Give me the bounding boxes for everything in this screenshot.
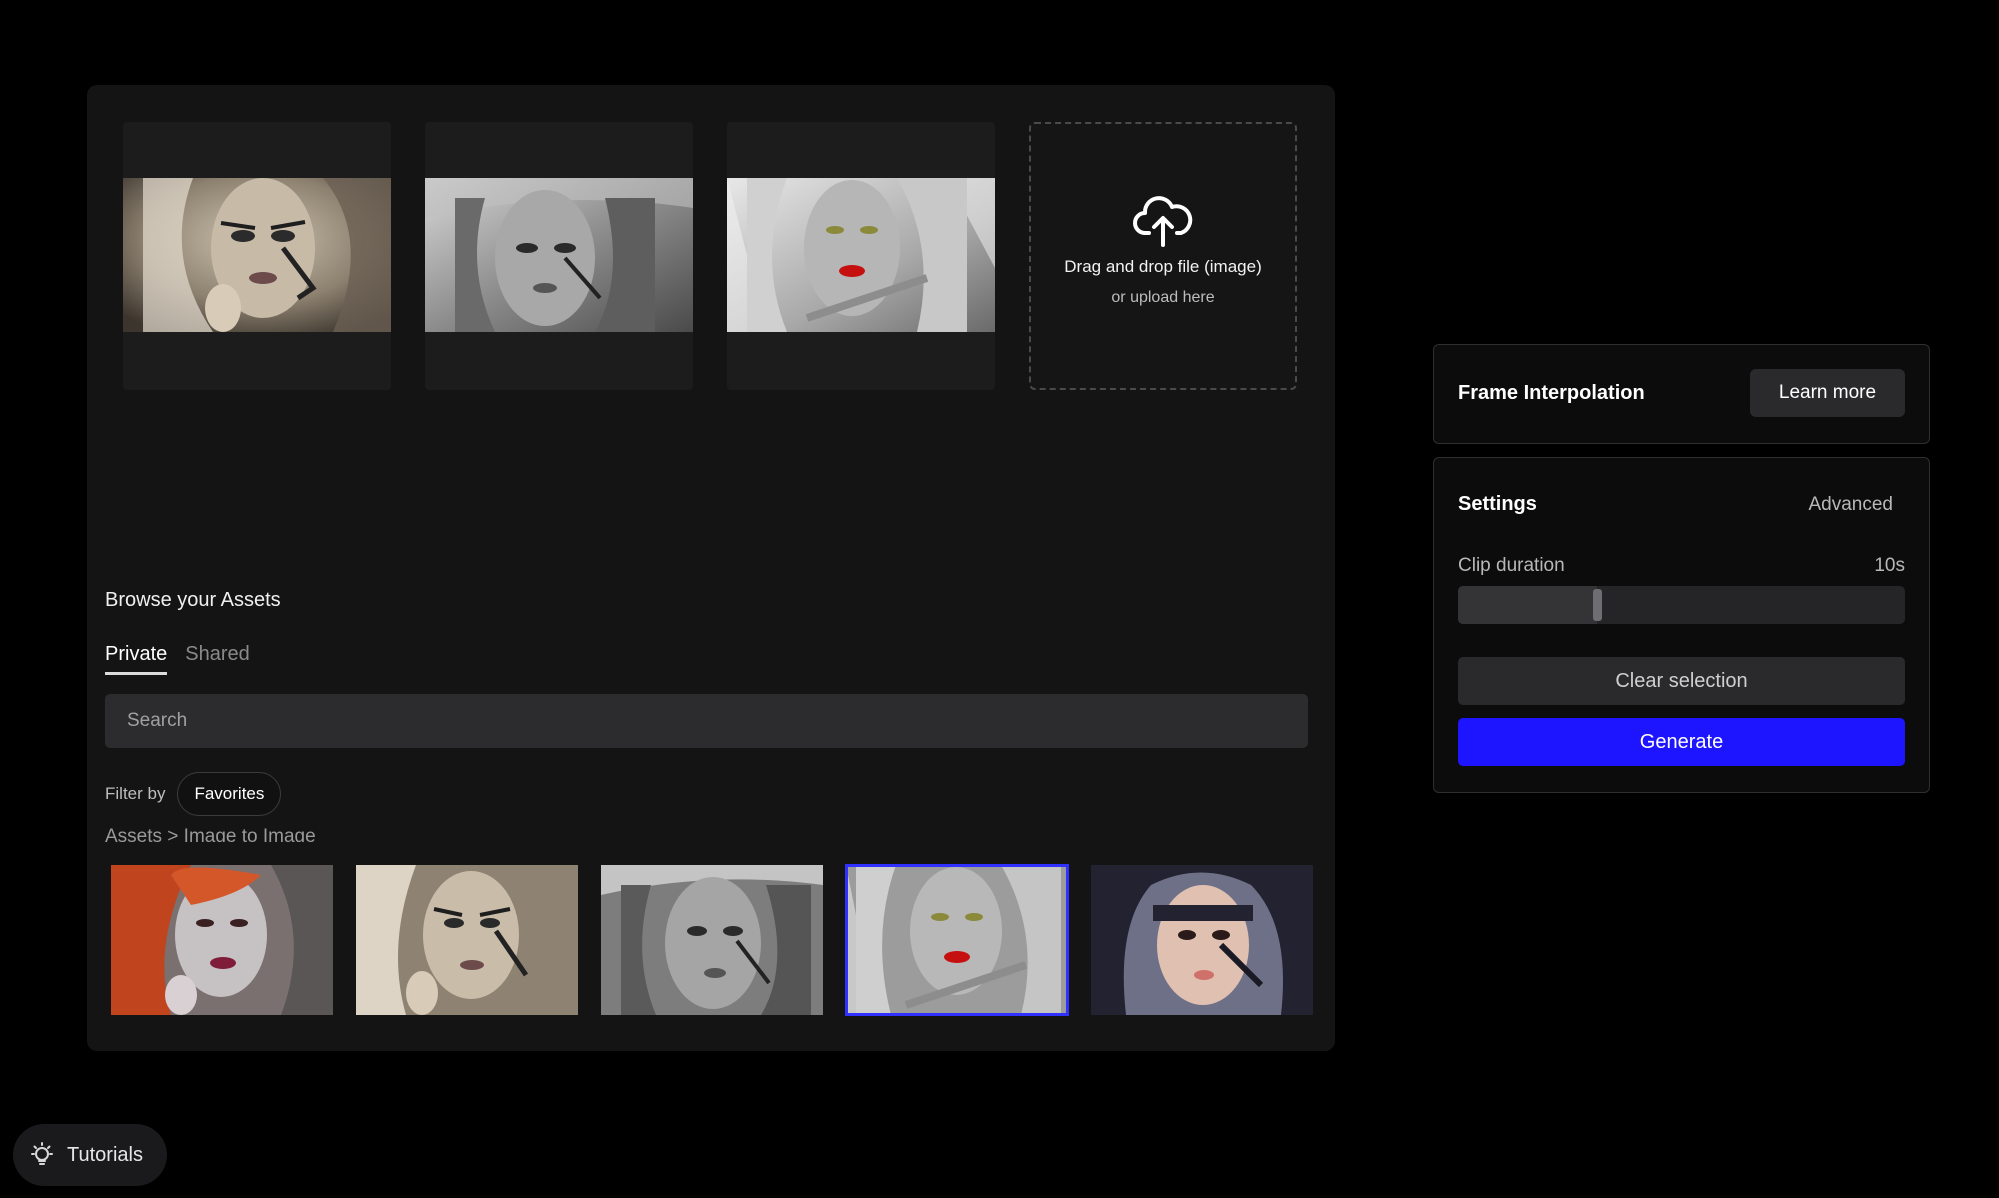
frames-row: Drag and drop file (image) or upload her… bbox=[123, 122, 1297, 390]
editor-panel: Drag and drop file (image) or upload her… bbox=[87, 85, 1335, 1051]
frame-slot-3[interactable] bbox=[727, 122, 995, 390]
clip-duration-label: Clip duration bbox=[1458, 555, 1565, 576]
upload-dropzone[interactable]: Drag and drop file (image) or upload her… bbox=[1029, 122, 1297, 390]
asset-thumbnail-4-selected[interactable] bbox=[845, 864, 1069, 1016]
settings-panel: Settings Advanced Clip duration 10s Clea… bbox=[1433, 457, 1930, 793]
asset-thumbnail-3[interactable] bbox=[601, 865, 823, 1015]
learn-more-button[interactable]: Learn more bbox=[1750, 369, 1905, 417]
browse-assets-title: Browse your Assets bbox=[105, 589, 281, 611]
frame-slot-1[interactable] bbox=[123, 122, 391, 390]
slider-handle[interactable] bbox=[1593, 589, 1602, 621]
frame-thumbnail bbox=[425, 178, 693, 332]
clip-duration-value: 10s bbox=[1874, 555, 1905, 576]
frame-interpolation-title: Frame Interpolation bbox=[1458, 382, 1645, 404]
asset-thumbnail-1[interactable] bbox=[111, 865, 333, 1015]
tab-private[interactable]: Private bbox=[105, 643, 168, 675]
advanced-toggle[interactable]: Advanced bbox=[1808, 494, 1893, 516]
asset-grid bbox=[111, 864, 1313, 1016]
favorites-filter-chip[interactable]: Favorites bbox=[177, 772, 282, 816]
frame-thumbnail bbox=[123, 178, 391, 332]
asset-thumbnail-2[interactable] bbox=[356, 865, 578, 1015]
clip-duration-slider[interactable] bbox=[1458, 586, 1905, 624]
settings-title: Settings bbox=[1458, 493, 1537, 515]
tutorials-button[interactable]: Tutorials bbox=[13, 1124, 167, 1186]
clear-selection-button[interactable]: Clear selection bbox=[1458, 657, 1905, 705]
search-input[interactable] bbox=[105, 694, 1308, 748]
lightbulb-icon bbox=[31, 1142, 53, 1165]
frame-interpolation-panel: Frame Interpolation Learn more bbox=[1433, 344, 1930, 444]
upload-subtitle[interactable]: or upload here bbox=[1111, 289, 1214, 307]
tab-shared[interactable]: Shared bbox=[185, 643, 250, 675]
slider-fill bbox=[1458, 586, 1597, 624]
filter-row: Filter by Favorites bbox=[105, 772, 282, 816]
cloud-upload-icon bbox=[1133, 196, 1193, 247]
asset-tabs: Private Shared bbox=[105, 643, 250, 675]
breadcrumb[interactable]: Assets > Image to Image bbox=[105, 825, 505, 842]
generate-button[interactable]: Generate bbox=[1458, 718, 1905, 766]
asset-thumbnail-5[interactable] bbox=[1091, 865, 1313, 1015]
frame-thumbnail bbox=[727, 178, 995, 332]
filter-label: Filter by bbox=[105, 784, 166, 803]
tutorials-label: Tutorials bbox=[67, 1143, 143, 1166]
upload-title: Drag and drop file (image) bbox=[1064, 257, 1262, 276]
frame-slot-2[interactable] bbox=[425, 122, 693, 390]
